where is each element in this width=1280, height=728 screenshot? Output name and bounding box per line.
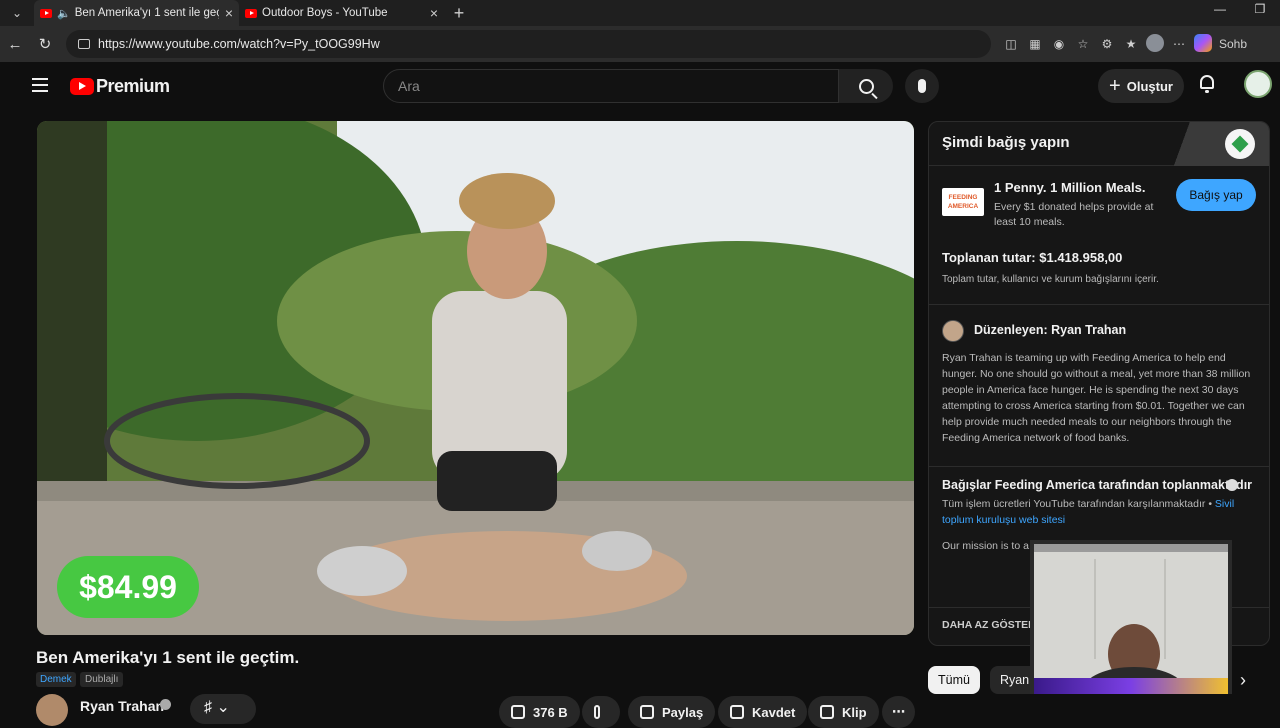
- address-bar[interactable]: https://www.youtube.com/watch?v=Py_tOOG9…: [66, 30, 991, 58]
- divider: [929, 304, 1269, 305]
- heart-icon: [1225, 129, 1255, 159]
- browser-tool-icons: ◫ ▦ ◉ ☆ ⚙ ★ ⋯ Sohb: [999, 33, 1247, 55]
- new-tab-button[interactable]: +: [444, 3, 474, 24]
- share-button[interactable]: Paylaş: [628, 696, 716, 728]
- speaker-icon[interactable]: 🔈: [57, 7, 71, 20]
- favorites-icon[interactable]: ★: [1119, 37, 1143, 51]
- create-button[interactable]: + Oluştur: [1098, 69, 1184, 103]
- plus-icon: +: [1109, 74, 1121, 97]
- chip-all[interactable]: Tümü: [928, 666, 980, 694]
- organizer-avatar: [942, 320, 964, 342]
- copilot-icon[interactable]: [1191, 33, 1215, 55]
- tab-title: Ben Amerika'yı 1 sent ile geçti: [74, 7, 219, 19]
- logo-text: Premium: [96, 76, 170, 96]
- voice-search-button[interactable]: [905, 69, 939, 103]
- panel-title: Şimdi bağış yapın: [942, 134, 1070, 151]
- youtube-favicon-icon: [245, 8, 257, 18]
- create-label: Oluştur: [1126, 78, 1173, 94]
- like-icon: [511, 705, 525, 719]
- reload-button[interactable]: ↻: [30, 35, 60, 53]
- clip-label: Klip: [842, 704, 867, 720]
- organizer-description: Ryan Trahan is teaming up with Feeding A…: [942, 352, 1251, 444]
- like-count: 376 B: [533, 704, 568, 720]
- webcam-frame-bar: [1034, 678, 1228, 694]
- extensions-icon[interactable]: ⚙: [1095, 37, 1119, 51]
- badge-dubbed: Dublajlı: [80, 672, 124, 687]
- divider: [929, 466, 1269, 467]
- clip-icon: [820, 705, 834, 719]
- donate-button[interactable]: Bağış yap: [1176, 179, 1256, 211]
- youtube-header: Premium Ara + Oluştur: [8, 62, 1280, 110]
- tab-list-button[interactable]: ⌄: [0, 0, 34, 26]
- webcam-image: [1034, 544, 1228, 690]
- panel-header: Şimdi bağış yapın: [929, 122, 1269, 166]
- campaign-subtitle: Every $1 donated helps provide at least …: [994, 201, 1154, 228]
- campaign-title: 1 Penny. 1 Million Meals.: [994, 180, 1146, 195]
- tracking-icon[interactable]: ◉: [1047, 37, 1071, 51]
- collector-subtitle: Tüm işlem ücretleri YouTube tarafından k…: [942, 496, 1257, 528]
- badge-demek: Demek: [36, 672, 76, 687]
- search-input[interactable]: Ara: [383, 69, 839, 103]
- browser-tab-strip: ⌄ 🔈 Ben Amerika'yı 1 sent ile geçti × Ou…: [0, 0, 1280, 26]
- show-less-button[interactable]: DAHA AZ GÖSTER: [942, 619, 1036, 631]
- share-label: Paylaş: [662, 704, 704, 720]
- amount-raised: Toplanan tutar: $1.418.958,00: [942, 250, 1123, 265]
- close-tab-icon[interactable]: ×: [225, 5, 233, 21]
- browser-tab[interactable]: Outdoor Boys - YouTube ×: [239, 0, 444, 26]
- search-icon: [858, 78, 874, 94]
- verified-icon: [1226, 479, 1238, 491]
- microphone-icon: [918, 79, 926, 93]
- clip-button[interactable]: Klip: [808, 696, 879, 728]
- youtube-logo[interactable]: Premium: [70, 76, 170, 97]
- price-overlay: $84.99: [57, 556, 199, 618]
- translate-icon[interactable]: ◫: [999, 37, 1023, 51]
- share-icon: [640, 705, 654, 719]
- youtube-play-icon: [70, 78, 94, 95]
- collector-fee-note: Tüm işlem ücretleri YouTube tarafından k…: [942, 498, 1212, 510]
- back-button[interactable]: ←: [0, 36, 30, 53]
- amount-raised-note: Toplam tutar, kullanıcı ve kurum bağışla…: [942, 274, 1159, 285]
- dislike-button[interactable]: [582, 696, 620, 728]
- app-icon[interactable]: ▦: [1023, 37, 1047, 51]
- feeding-america-logo: FEEDING AMERICA: [942, 188, 984, 216]
- more-actions-button[interactable]: ⋯: [882, 696, 915, 728]
- youtube-favicon-icon: [40, 8, 52, 18]
- video-player[interactable]: $84.99: [37, 121, 914, 635]
- browser-tab-active[interactable]: 🔈 Ben Amerika'yı 1 sent ile geçti ×: [34, 0, 239, 26]
- favorite-star-icon[interactable]: ☆: [1071, 37, 1095, 51]
- channel-name[interactable]: Ryan Trahan: [80, 698, 164, 714]
- save-button[interactable]: Kavdet: [718, 696, 808, 728]
- webcam-overlay: [1030, 540, 1232, 694]
- notifications-icon[interactable]: [1197, 75, 1217, 97]
- dislike-icon: [594, 705, 600, 719]
- window-controls: — ❐: [1200, 0, 1280, 26]
- chevron-right-icon[interactable]: ›: [1240, 670, 1246, 691]
- url-text: https://www.youtube.com/watch?v=Py_tOOG9…: [98, 37, 380, 51]
- avatar[interactable]: [1244, 70, 1272, 98]
- menu-icon[interactable]: [32, 78, 48, 92]
- save-label: Kavdet: [752, 704, 796, 720]
- lock-icon[interactable]: [78, 39, 90, 49]
- video-title: Ben Amerika'yı 1 sent ile geçtim.: [36, 648, 300, 667]
- minimize-button[interactable]: —: [1200, 0, 1240, 26]
- sidebar-label[interactable]: Sohb: [1219, 37, 1247, 51]
- search-button[interactable]: [839, 69, 893, 103]
- channel-avatar[interactable]: [36, 694, 68, 726]
- save-icon: [730, 705, 744, 719]
- organizer-name: Düzenleyen: Ryan Trahan: [974, 323, 1127, 337]
- verified-icon: [160, 699, 171, 710]
- close-tab-icon[interactable]: ×: [430, 5, 438, 21]
- like-button[interactable]: 376 B: [499, 696, 580, 728]
- maximize-button[interactable]: ❐: [1240, 0, 1280, 26]
- more-icon[interactable]: ⋯: [1167, 37, 1191, 51]
- browser-toolbar: ← ↻ https://www.youtube.com/watch?v=Py_t…: [0, 26, 1280, 62]
- collector-title: Bağışlar Feeding America tarafından topl…: [942, 478, 1253, 492]
- profile-icon[interactable]: [1143, 33, 1167, 55]
- tab-title: Outdoor Boys - YouTube: [262, 7, 388, 19]
